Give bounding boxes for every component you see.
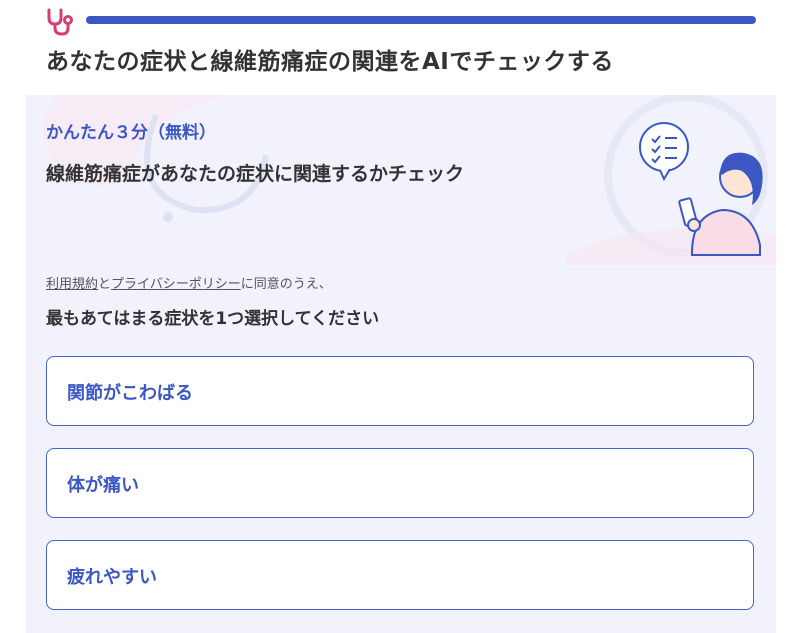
consent-suffix: に同意のうえ、 [240,277,332,292]
progress-bar [86,16,756,24]
question-heading: 最もあてはまる症状を1つ選択してください [46,309,380,329]
option-fatigue-button[interactable]: 疲れやすい [46,540,754,610]
option-label: 疲れやすい [67,567,157,588]
subtitle: 線維筋痛症があなたの症状に関連するかチェック [46,163,465,185]
page-title: あなたの症状と線維筋痛症の関連をAIでチェックする [46,49,614,75]
terms-link[interactable]: 利用規約 [46,277,98,292]
header: あなたの症状と線維筋痛症の関連をAIでチェックする [0,0,805,95]
privacy-policy-link[interactable]: プライバシーポリシー [111,277,241,292]
option-body-pain-button[interactable]: 体が痛い [46,448,754,518]
option-label: 関節がこわばる [67,383,193,404]
consent-text: 利用規約とプライバシーポリシーに同意のうえ、 [46,273,332,292]
tagline: かんたん３分（無料） [46,123,216,143]
person-with-phone-checklist-illustration [639,122,763,256]
consent-connector: と [98,277,112,292]
stethoscope-icon [47,8,73,36]
option-label: 体が痛い [67,475,139,496]
option-stiff-joints-button[interactable]: 関節がこわばる [46,356,754,426]
checker-panel: かんたん３分（無料） 線維筋痛症があなたの症状に関連するかチェック 利用規約とプ… [26,95,776,633]
